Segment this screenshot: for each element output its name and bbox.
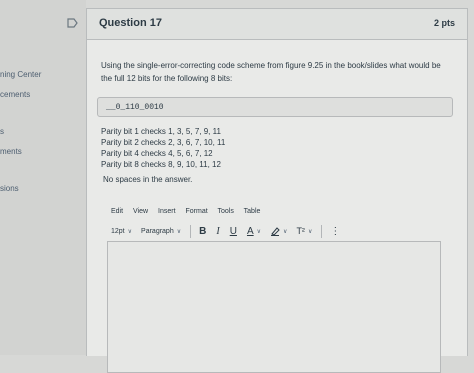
chevron-down-icon: ∨ xyxy=(256,228,262,235)
menu-format[interactable]: Format xyxy=(185,208,207,215)
menu-edit[interactable]: Edit xyxy=(111,208,123,215)
question-points: 2 pts xyxy=(433,18,455,28)
course-nav-sidebar: ning Center cements s ments sions xyxy=(0,0,86,355)
question-title: Question 17 xyxy=(99,17,162,29)
block-format-select[interactable]: Paragraph ∨ xyxy=(141,228,181,235)
toolbar-divider xyxy=(321,224,323,238)
question-text: Using the single-error-correcting code s… xyxy=(101,61,441,83)
parity-line: Parity bit 1 checks 1, 3, 5, 7, 9, 11 xyxy=(101,127,221,136)
question-header: Question 17 2 pts xyxy=(67,9,467,40)
chevron-down-icon: ∨ xyxy=(176,228,182,235)
parity-line: Parity bit 4 checks 4, 5, 6, 7, 12 xyxy=(101,149,213,158)
font-size-select[interactable]: 12pt ∨ xyxy=(111,228,132,235)
menu-insert[interactable]: Insert xyxy=(158,208,176,215)
highlighter-icon xyxy=(271,227,280,236)
text-color-icon: A xyxy=(246,225,254,237)
nav-item-discussions[interactable]: sions xyxy=(0,184,19,193)
italic-button[interactable]: I xyxy=(216,226,219,237)
menu-table[interactable]: Table xyxy=(244,208,261,215)
highlight-button[interactable]: ∨ xyxy=(270,226,287,236)
nav-item-announcements[interactable]: cements xyxy=(0,90,30,99)
parity-line: Parity bit 2 checks 2, 3, 6, 7, 10, 11 xyxy=(101,138,226,147)
answer-editor-area[interactable] xyxy=(107,241,441,373)
bold-button[interactable]: B xyxy=(199,226,206,237)
editor-toolbar: 12pt ∨ Paragraph ∨ B I U A ∨ ∨ T² ∨ ⋮ xyxy=(111,223,350,239)
superscript-button[interactable]: T² ∨ xyxy=(296,226,312,236)
block-format-value: Paragraph xyxy=(141,227,174,235)
underline-button[interactable]: U xyxy=(230,226,237,237)
text-color-button[interactable]: A ∨ xyxy=(247,226,261,237)
editor-menubar: Edit View Insert Format Tools Table xyxy=(111,208,268,215)
question-card: Question 17 2 pts Using the single-error… xyxy=(67,8,468,373)
font-size-value: 12pt xyxy=(111,227,125,235)
toolbar-divider xyxy=(190,224,192,238)
bits-code-block: __0_110_0010 xyxy=(97,97,453,117)
nav-item-learning-center[interactable]: ning Center xyxy=(0,70,41,79)
more-options-icon[interactable]: ⋮ xyxy=(330,226,340,237)
nav-item-assignments[interactable]: s xyxy=(0,127,4,136)
answer-note: No spaces in the answer. xyxy=(103,175,193,184)
chevron-down-icon: ∨ xyxy=(283,228,288,235)
menu-view[interactable]: View xyxy=(133,208,148,215)
chevron-down-icon: ∨ xyxy=(307,228,313,235)
nav-item-assignments-2[interactable]: ments xyxy=(0,147,22,156)
menu-tools[interactable]: Tools xyxy=(217,208,233,215)
superscript-icon: T² xyxy=(296,226,305,236)
chevron-down-icon: ∨ xyxy=(127,228,133,235)
parity-line: Parity bit 8 checks 8, 9, 10, 11, 12 xyxy=(101,160,221,169)
flag-question-icon[interactable] xyxy=(67,18,78,28)
parity-list: Parity bit 1 checks 1, 3, 5, 7, 9, 11 Pa… xyxy=(101,126,225,170)
